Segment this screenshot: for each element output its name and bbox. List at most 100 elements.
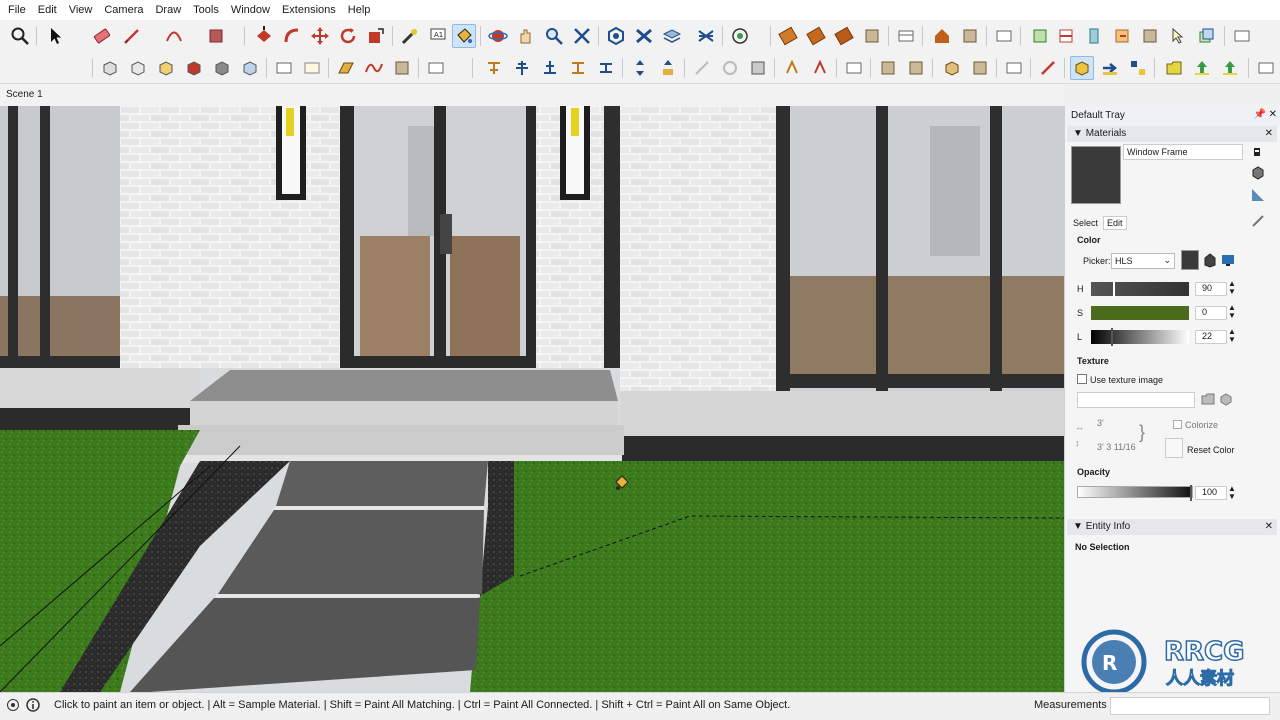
l-spinner-icon[interactable]: ▲ ▼	[1228, 328, 1236, 344]
tape-measure-icon[interactable]	[398, 24, 422, 48]
l-value-field[interactable]: 22	[1195, 330, 1227, 344]
sample-paint-icon[interactable]	[1251, 214, 1265, 228]
s-value-field[interactable]: 0	[1195, 306, 1227, 320]
create-material-icon[interactable]	[1251, 166, 1265, 180]
push-pull-icon[interactable]	[252, 24, 276, 48]
right-view-icon[interactable]	[182, 56, 206, 80]
menu-file[interactable]: File	[2, 0, 32, 20]
paint-bucket-icon[interactable]	[452, 24, 476, 48]
h-slider[interactable]	[1091, 280, 1189, 298]
weld-disabled-icon[interactable]	[718, 56, 742, 80]
eraser-icon[interactable]	[90, 24, 114, 48]
menu-draw[interactable]: Draw	[149, 0, 187, 20]
warehouse-icon[interactable]	[604, 24, 628, 48]
h-slider-thumb[interactable]	[1113, 280, 1115, 298]
menu-help[interactable]: Help	[342, 0, 377, 20]
section-plane-icon[interactable]	[1028, 24, 1052, 48]
pencil-line-icon[interactable]	[120, 24, 144, 48]
h-value-field[interactable]: 90	[1195, 282, 1227, 296]
materials-panel-header[interactable]: ▼ Materials ✕	[1067, 126, 1277, 142]
panel-toggle-2-icon[interactable]	[1230, 24, 1254, 48]
menu-tools[interactable]: Tools	[187, 0, 225, 20]
zoom-window-icon[interactable]	[570, 24, 594, 48]
pin-icon[interactable]: 📌	[1254, 109, 1266, 120]
scale-icon[interactable]	[364, 24, 388, 48]
terrain-grid-icon[interactable]	[390, 56, 414, 80]
entity-info-close-icon[interactable]: ✕	[1265, 519, 1273, 535]
menu-camera[interactable]: Camera	[98, 0, 149, 20]
panel-toggle-6-icon[interactable]	[1254, 56, 1278, 80]
move-copy-icon[interactable]	[656, 56, 680, 80]
move-vertical-icon[interactable]	[628, 56, 652, 80]
panel-toggle-icon[interactable]	[992, 24, 1016, 48]
box-view-icon[interactable]	[98, 56, 122, 80]
section-fill-icon[interactable]	[1082, 24, 1106, 48]
zoom-icon[interactable]	[542, 24, 566, 48]
l-slider[interactable]	[1091, 328, 1189, 346]
distribute-icon[interactable]	[566, 56, 590, 80]
align-top-icon[interactable]	[482, 56, 506, 80]
ruby-console-icon[interactable]	[694, 24, 718, 48]
align-bottom-icon[interactable]	[538, 56, 562, 80]
edit-texture-icon[interactable]	[1219, 392, 1233, 406]
materials-close-icon[interactable]: ✕	[1265, 126, 1273, 142]
reset-color-swatch[interactable]	[1165, 438, 1183, 458]
opacity-spinner-icon[interactable]: ▲ ▼	[1228, 485, 1236, 501]
joint-push-pull-icon[interactable]	[780, 56, 804, 80]
texture-height[interactable]: 3' 3 11/16	[1097, 442, 1136, 452]
scene-card-icon[interactable]	[300, 56, 324, 80]
entity-info-panel-header[interactable]: ▼ Entity Info ✕	[1067, 519, 1277, 535]
panel-toggle-3-icon[interactable]	[424, 56, 448, 80]
menu-extensions[interactable]: Extensions	[276, 0, 342, 20]
follow-me-icon[interactable]	[280, 24, 304, 48]
rectangle-tool-icon[interactable]	[204, 24, 228, 48]
stack-icon[interactable]	[594, 56, 618, 80]
material-detail-icon[interactable]	[1251, 146, 1263, 158]
roof-tool-icon[interactable]	[804, 24, 828, 48]
reset-color-label[interactable]: Reset Color	[1187, 445, 1235, 455]
browse-folder-icon[interactable]	[1201, 392, 1215, 406]
panel-toggle-4-icon[interactable]	[842, 56, 866, 80]
orbit-icon[interactable]	[486, 24, 510, 48]
copy-stack-icon[interactable]	[1194, 24, 1218, 48]
tray-close-icon[interactable]: ✕	[1269, 109, 1277, 120]
pointer-tag-icon[interactable]	[1166, 24, 1190, 48]
sandbox-icon[interactable]	[334, 56, 358, 80]
vector-push-icon[interactable]	[808, 56, 832, 80]
texture-width[interactable]: 3'	[1097, 418, 1104, 428]
menu-view[interactable]: View	[63, 0, 99, 20]
geo-status-icon[interactable]	[6, 698, 20, 712]
geo-location-icon[interactable]	[728, 24, 752, 48]
menu-edit[interactable]: Edit	[32, 0, 63, 20]
window-tool-icon[interactable]	[958, 24, 982, 48]
cube-select-icon[interactable]	[1070, 56, 1094, 80]
arc-tool-icon[interactable]	[162, 24, 186, 48]
opacity-value-field[interactable]: 100	[1195, 486, 1227, 500]
curve-disabled-icon[interactable]	[690, 56, 714, 80]
box-grid-icon[interactable]	[968, 56, 992, 80]
component-grid-icon[interactable]	[876, 56, 900, 80]
grid-tool-icon[interactable]	[860, 24, 884, 48]
front-view-icon[interactable]	[126, 56, 150, 80]
iso-view-icon[interactable]	[238, 56, 262, 80]
panel-toggle-5-icon[interactable]	[1002, 56, 1026, 80]
select-tab[interactable]: Select	[1073, 218, 1098, 228]
upload-icon[interactable]	[1190, 56, 1214, 80]
s-slider[interactable]	[1091, 306, 1189, 320]
link-bracket-icon[interactable]: }	[1139, 422, 1145, 443]
wall-brick-icon[interactable]	[776, 24, 800, 48]
floor-tool-icon[interactable]	[832, 24, 856, 48]
default-material-icon[interactable]	[1251, 188, 1265, 202]
texture-path-field[interactable]	[1077, 392, 1195, 408]
box-3d-icon[interactable]	[940, 56, 964, 80]
section-cut-icon[interactable]	[1054, 24, 1078, 48]
component-array-icon[interactable]	[1126, 56, 1150, 80]
select-arrow-icon[interactable]	[44, 24, 68, 48]
freehand-icon[interactable]	[362, 56, 386, 80]
measurements-input[interactable]	[1110, 697, 1270, 715]
align-middle-icon[interactable]	[510, 56, 534, 80]
info-icon[interactable]	[26, 698, 40, 712]
list-panel-icon[interactable]	[272, 56, 296, 80]
zoom-extents-icon[interactable]	[8, 24, 32, 48]
house-icon[interactable]	[930, 24, 954, 48]
